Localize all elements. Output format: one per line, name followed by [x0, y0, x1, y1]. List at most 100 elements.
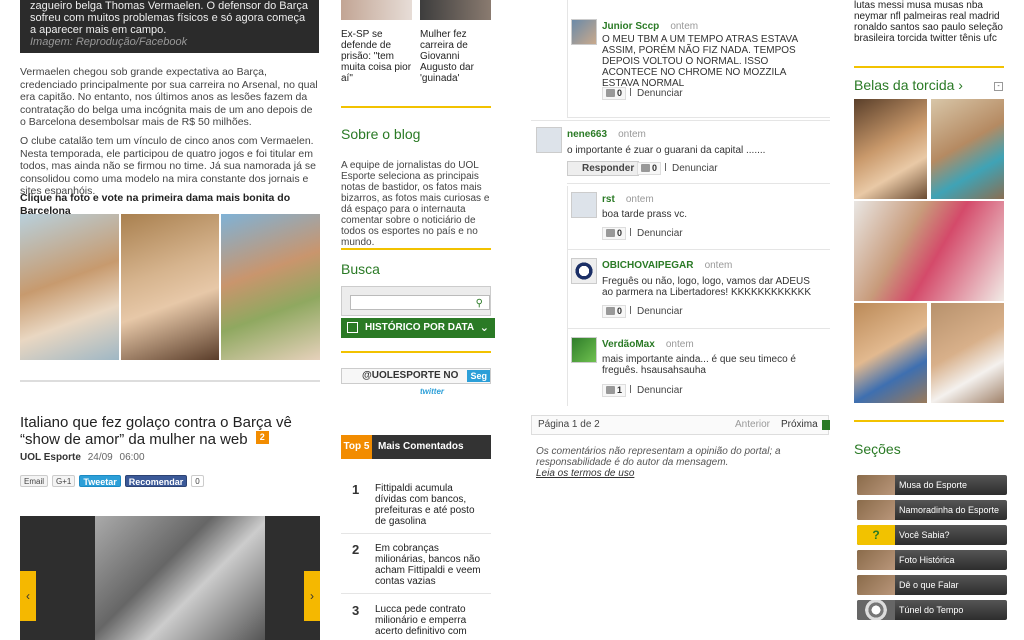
terms-link[interactable]: Leia os termos de uso — [536, 468, 634, 479]
twitter-follow-widget[interactable]: @UOLESPORTE NO Seg — [341, 368, 491, 384]
flag-icon — [665, 163, 669, 171]
belas-title[interactable]: Belas da torcida › — [854, 77, 963, 93]
like-count: 1 — [617, 385, 623, 395]
gallery-prev-arrow-icon[interactable]: ‹ — [20, 571, 36, 621]
pager-next-link[interactable]: Próxima — [781, 416, 830, 434]
search-input[interactable]: ⚲ — [350, 295, 490, 310]
like-button[interactable]: 0 — [602, 227, 627, 240]
calendar-icon — [347, 322, 358, 333]
related-thumbnail[interactable] — [341, 0, 412, 20]
section-link-de-o-que-falar[interactable]: Dê o que Falar — [857, 575, 1007, 595]
section-label[interactable]: Musa do Esporte — [899, 480, 967, 490]
photo-thumbnail[interactable] — [221, 214, 321, 360]
comment-author[interactable]: VerdãoMax — [602, 339, 655, 350]
flag-icon — [630, 306, 634, 314]
top5-item[interactable]: 3 Lucca pede contrato milionário e emper… — [341, 603, 491, 640]
top5-rank: 1 — [352, 482, 360, 497]
comment-time: ontem — [670, 21, 699, 32]
related-item[interactable]: Mulher fez carreira de Giovanni Augusto … — [420, 0, 491, 84]
photo-strip[interactable] — [20, 214, 321, 360]
history-by-date-button[interactable]: HISTÓRICO POR DATA ⌄ — [341, 318, 495, 338]
comment-author[interactable]: OBICHOVAIPEGAR — [602, 260, 694, 271]
email-share-button[interactable]: Email — [20, 475, 49, 487]
section-label[interactable]: Dê o que Falar — [899, 580, 959, 590]
top5-link[interactable]: Lucca pede contrato milionário e emperra… — [375, 604, 487, 637]
like-button[interactable]: 0 — [602, 305, 627, 318]
top5-link[interactable]: Fittipaldi acumula dívidas com bancos, p… — [375, 483, 487, 527]
avatar[interactable] — [536, 127, 562, 153]
top5-link[interactable]: Em cobranças milionárias, bancos não ach… — [375, 543, 487, 587]
twitter-follow-button[interactable]: Seg — [467, 370, 490, 382]
section-label[interactable]: Túnel do Tempo — [899, 605, 963, 615]
like-count: 0 — [617, 306, 623, 316]
comment-author[interactable]: nene663 — [567, 129, 607, 140]
comment-header: nene663 ontem — [567, 128, 646, 140]
photo-thumbnail[interactable] — [20, 214, 119, 360]
avatar[interactable] — [571, 258, 597, 284]
comment-time: ontem — [665, 339, 694, 350]
avatar[interactable] — [571, 19, 597, 45]
report-label[interactable]: Denunciar — [637, 88, 683, 99]
report-link[interactable]: Denunciar — [630, 88, 683, 99]
facebook-recommend-button[interactable]: Recomendar — [124, 475, 188, 487]
report-label[interactable]: Denunciar — [637, 228, 683, 239]
related-thumbnail[interactable] — [420, 0, 491, 20]
section-link-namoradinha[interactable]: Namoradinha do Esporte — [857, 500, 1007, 520]
avatar[interactable] — [571, 337, 597, 363]
comment-count-badge[interactable]: 2 — [255, 431, 269, 444]
thumbs-up-icon — [606, 307, 615, 315]
section-label[interactable]: Namoradinha do Esporte — [899, 505, 999, 515]
twitter-logo: twitter — [420, 387, 444, 396]
reply-button[interactable]: Responder — [567, 161, 640, 176]
like-button[interactable]: 0 — [637, 162, 662, 175]
gallery-next-arrow-icon[interactable]: › — [304, 571, 320, 621]
photo-thumbnail[interactable] — [120, 214, 220, 360]
top5-item[interactable]: 2 Em cobranças milionárias, bancos não a… — [341, 542, 491, 594]
related-caption[interactable]: Ex-SP se defende de prisão: "tem muita c… — [341, 29, 412, 84]
comment-header: VerdãoMax ontem — [602, 338, 694, 350]
gallery-thumbnail[interactable] — [931, 303, 1004, 403]
gallery-thumbnail[interactable] — [854, 99, 927, 199]
reply-thread-line — [567, 0, 568, 118]
article-title[interactable]: Italiano que fez golaço contra o Barça v… — [20, 414, 320, 448]
report-label[interactable]: Denunciar — [672, 163, 718, 174]
section-divider — [341, 351, 491, 353]
section-link-voce-sabia[interactable]: ? Você Sabia? — [857, 525, 1007, 545]
related-caption[interactable]: Mulher fez carreira de Giovanni Augusto … — [420, 29, 491, 84]
comment-author[interactable]: rst — [602, 194, 615, 205]
comment-author[interactable]: Junior Sccp — [602, 21, 659, 32]
report-link[interactable]: Denunciar — [630, 306, 683, 317]
section-link-tunel-do-tempo[interactable]: Túnel do Tempo — [857, 600, 1007, 620]
chevron-down-icon: ⌄ — [479, 322, 489, 334]
pager-prev-link[interactable]: Anterior — [735, 416, 770, 434]
like-button[interactable]: 1 — [602, 384, 627, 397]
gallery-photo[interactable] — [95, 516, 265, 640]
gallery-thumbnail[interactable] — [854, 201, 1004, 301]
comment-time: ontem — [625, 194, 654, 205]
gallery-thumbnail[interactable] — [931, 99, 1004, 199]
report-label[interactable]: Denunciar — [637, 306, 683, 317]
gallery-thumbnail[interactable] — [854, 303, 927, 403]
tag-cloud[interactable]: lutas messi musa musas nba neymar nfl pa… — [854, 0, 1004, 44]
gplus-share-button[interactable]: G+1 — [52, 475, 76, 487]
report-label[interactable]: Denunciar — [637, 385, 683, 396]
report-link[interactable]: Denunciar — [630, 385, 683, 396]
article-title-text[interactable]: Italiano que fez golaço contra o Barça v… — [20, 414, 292, 448]
section-label[interactable]: Foto Histórica — [899, 555, 955, 565]
like-button[interactable]: 0 — [602, 87, 627, 100]
avatar[interactable] — [571, 192, 597, 218]
report-link[interactable]: Denunciar — [630, 228, 683, 239]
comment-text: Freguês ou não, logo, logo, vamos dar AD… — [602, 276, 812, 298]
related-item[interactable]: Ex-SP se defende de prisão: "tem muita c… — [341, 0, 412, 84]
search-icon[interactable]: ⚲ — [476, 298, 483, 309]
top5-item[interactable]: 1 Fittipaldi acumula dívidas com bancos,… — [341, 482, 491, 534]
tweet-button[interactable]: Tweetar — [79, 475, 121, 487]
collapse-icon[interactable]: - — [994, 82, 1003, 91]
report-link[interactable]: Denunciar — [665, 163, 718, 174]
comment-text: o importante é zuar o guarani da capital… — [567, 145, 766, 156]
photo-caption: zagueiro belga Thomas Vermaelen. O defen… — [20, 0, 319, 53]
pager-label: Página 1 de 2 — [538, 419, 600, 430]
section-link-musa[interactable]: Musa do Esporte — [857, 475, 1007, 495]
section-link-foto-historica[interactable]: Foto Histórica — [857, 550, 1007, 570]
section-label[interactable]: Você Sabia? — [899, 530, 950, 540]
